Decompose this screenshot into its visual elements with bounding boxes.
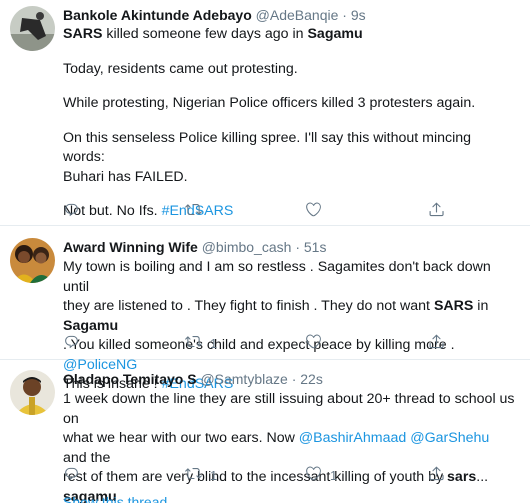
reply-icon [63, 201, 80, 221]
retweet-icon [185, 465, 202, 485]
tweet-line: SARS killed someone few days ago in Saga… [63, 25, 516, 45]
tweet-header: Oladapo Temitayo S @Samtyblaze · 22s [63, 370, 323, 389]
share-button[interactable] [428, 333, 445, 353]
heart-icon [305, 333, 322, 353]
heart-icon [305, 201, 322, 221]
reply-button[interactable] [63, 201, 88, 221]
share-icon [428, 333, 445, 353]
share-icon [428, 465, 445, 485]
highlighted-keyword: Sagamu [63, 317, 119, 334]
tweet-1[interactable]: Bankole Akintunde Adebayo @AdeBanqie · 9… [0, 0, 530, 226]
tweet-header: Bankole Akintunde Adebayo @AdeBanqie · 9… [63, 6, 366, 25]
tweet-text-segment: ... [476, 469, 489, 485]
like-button[interactable] [305, 333, 330, 353]
display-name[interactable]: Bankole Akintunde Adebayo [63, 7, 252, 23]
highlighted-keyword: Sagamu [307, 26, 363, 42]
tweet-line: Buhari has FAILED. [63, 168, 516, 188]
tweet-line: they are listened to . They fight to fin… [63, 297, 516, 336]
tweet-text-segment: killed someone few days ago in [102, 26, 308, 42]
tweet-feed: Bankole Akintunde Adebayo @AdeBanqie · 9… [0, 0, 530, 503]
like-button[interactable] [305, 201, 330, 221]
tweet-text: SARS killed someone few days ago in Saga… [63, 25, 516, 222]
separator-dot: · [295, 239, 300, 255]
avatar[interactable] [10, 6, 55, 51]
tweet-text-segment: and the [63, 449, 111, 466]
retweet-button[interactable]: 1 [185, 333, 217, 353]
tweet-text-segment: On this senseless Police killing spree. … [63, 129, 472, 166]
like-button[interactable]: 1 [305, 465, 337, 485]
avatar[interactable] [10, 370, 55, 415]
timestamp[interactable]: 22s [300, 371, 323, 387]
retweet-button[interactable]: 1 [185, 465, 217, 485]
tweet-text-segment: Today, residents came out protesting. [63, 60, 298, 77]
tweet-line: 1 week down the line they are still issu… [63, 390, 516, 429]
share-icon [428, 201, 445, 221]
mention-link[interactable]: @GarShehu [410, 430, 489, 446]
share-button[interactable] [428, 201, 445, 221]
show-thread-link[interactable]: Show this thread [63, 494, 167, 503]
tweet-actions: 1 [63, 333, 463, 353]
tweet-3[interactable]: Oladapo Temitayo S @Samtyblaze · 22s 1 w… [0, 360, 530, 503]
tweet-line: what we hear with our two ears. Now @Bas… [63, 429, 516, 468]
avatar[interactable] [10, 238, 55, 283]
user-handle[interactable]: @AdeBanqie [256, 7, 339, 23]
like-count: 1 [330, 467, 338, 483]
reply-button[interactable] [63, 465, 88, 485]
retweet-icon [185, 333, 202, 353]
reply-icon [63, 465, 80, 485]
reply-button[interactable] [63, 333, 88, 353]
tweet-line: On this senseless Police killing spree. … [63, 129, 516, 168]
tweet-text-segment: My town is boiling and I am so restless … [63, 259, 491, 295]
highlighted-keyword: SARS [63, 26, 103, 42]
heart-icon [305, 465, 322, 485]
tweet-text-segment: in [473, 298, 489, 314]
retweet-button[interactable] [185, 201, 210, 221]
tweet-header: Award Winning Wife @bimbo_cash · 51s [63, 238, 326, 257]
tweet-text-segment: While protesting, Nigerian Police office… [63, 95, 476, 111]
tweet-text-segment: Buhari has FAILED. [63, 168, 188, 185]
reply-icon [63, 333, 80, 353]
separator-dot: · [291, 371, 297, 387]
tweet-text-segment: what we hear with our two ears. Now [63, 430, 299, 446]
tweet-actions: 1 1 [63, 465, 463, 485]
highlighted-keyword: SARS [433, 298, 474, 314]
tweet-text-segment: 1 week down the line they are still issu… [63, 391, 515, 427]
tweet-line: My town is boiling and I am so restless … [63, 258, 516, 297]
tweet-line: While protesting, Nigerian Police office… [63, 94, 516, 114]
tweet-text: 1 week down the line they are still issu… [63, 390, 516, 503]
user-handle[interactable]: @Samtyblaze [200, 371, 287, 387]
timestamp[interactable]: 9s [351, 7, 366, 23]
tweet-2[interactable]: Award Winning Wife @bimbo_cash · 51s My … [0, 226, 530, 392]
retweet-count: 1 [210, 335, 218, 351]
user-handle[interactable]: @bimbo_cash [202, 239, 292, 255]
tweet-text-segment: they are listened to . They fight to fin… [63, 298, 434, 314]
display-name[interactable]: Award Winning Wife [63, 239, 198, 255]
mention-link[interactable]: @BashirAhmaad [299, 430, 406, 446]
tweet-actions [63, 201, 463, 221]
display-name[interactable]: Oladapo Temitayo S [63, 371, 197, 387]
tweet-line: Today, residents came out protesting. [63, 60, 516, 80]
timestamp[interactable]: 51s [304, 239, 327, 255]
separator-dot: · [342, 7, 347, 23]
retweet-icon [185, 201, 202, 221]
share-button[interactable] [428, 465, 445, 485]
retweet-count: 1 [210, 467, 218, 483]
